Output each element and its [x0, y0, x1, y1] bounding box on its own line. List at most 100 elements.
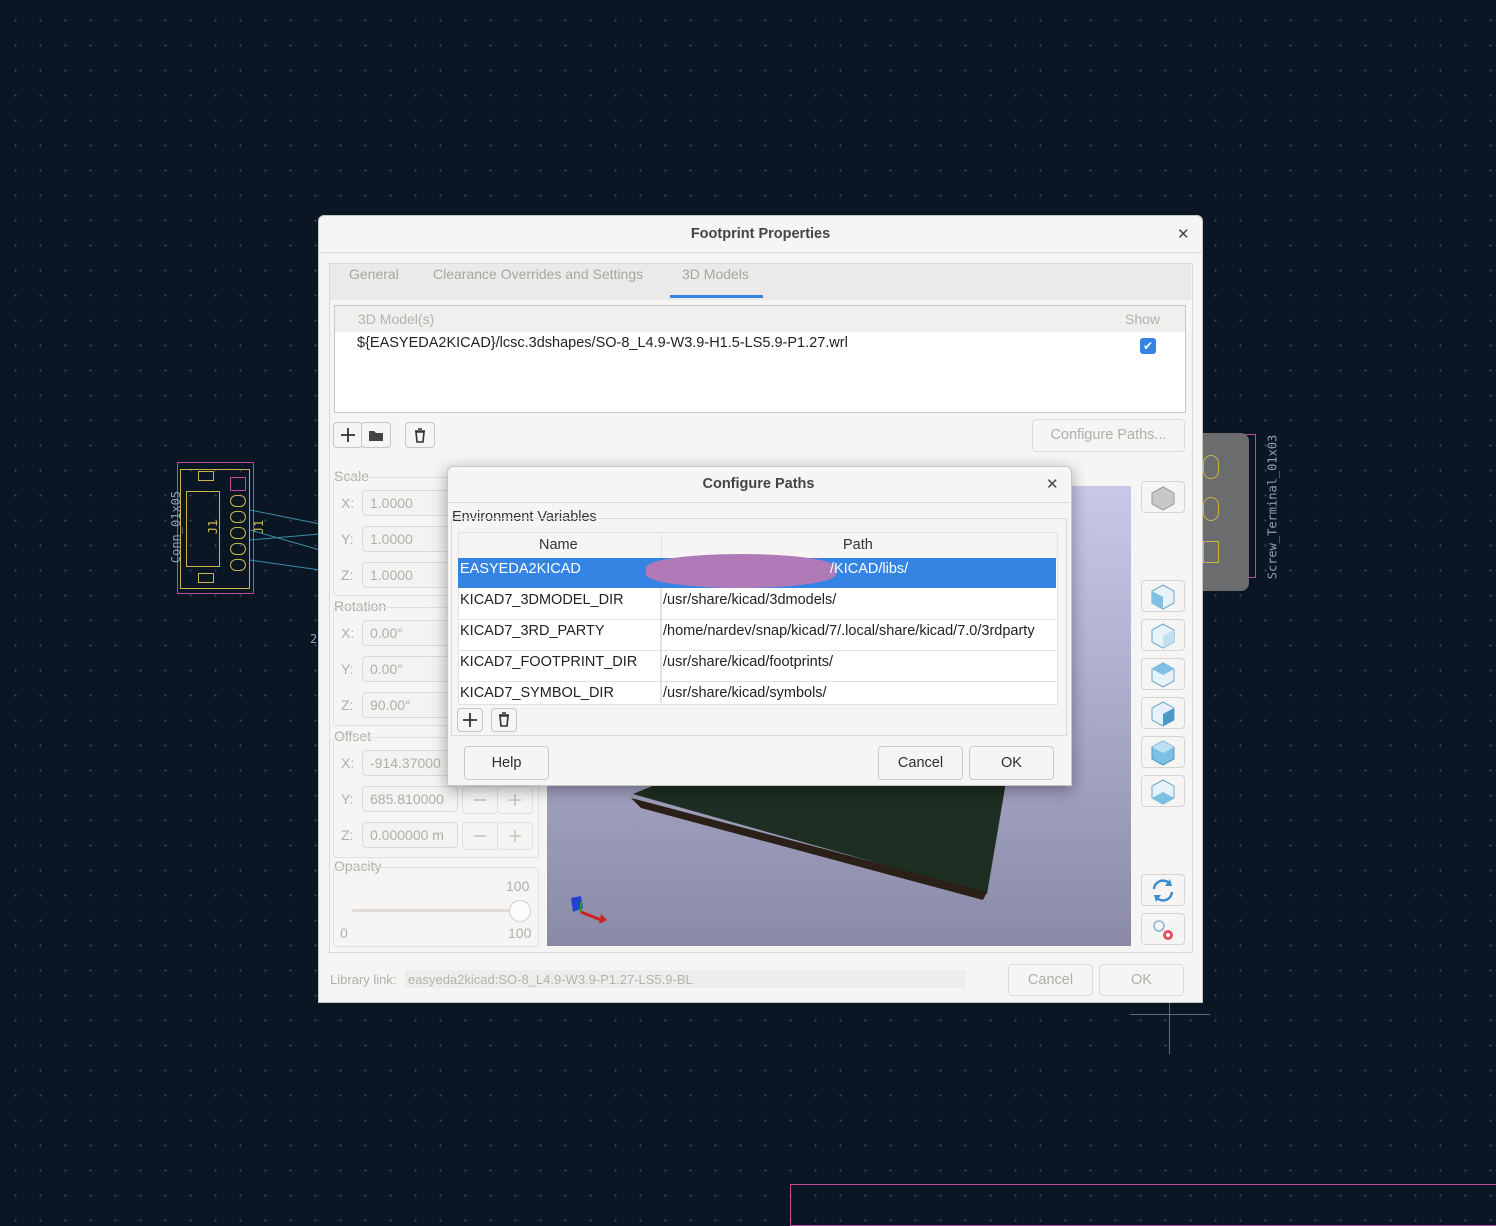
footprint-cancel-button[interactable]: Cancel: [1008, 964, 1093, 996]
configure-paths-button[interactable]: Configure Paths...: [1032, 419, 1185, 452]
view-3d-button[interactable]: [1141, 481, 1185, 513]
crosshair-cursor: [1130, 1014, 1210, 1015]
view-right-button[interactable]: [1141, 697, 1185, 729]
rotation-y-field[interactable]: 0.00°: [362, 656, 458, 682]
scale-x-label: X:: [341, 495, 355, 511]
models-table-header: [335, 306, 1185, 332]
tab-general[interactable]: General: [349, 266, 399, 282]
offset-z-increment[interactable]: [497, 822, 533, 850]
footprint-screw-terminal[interactable]: [1196, 433, 1256, 591]
terminal-pad: [1203, 541, 1219, 563]
view-back-button[interactable]: [1141, 619, 1185, 651]
env-name: KICAD7_SYMBOL_DIR: [460, 685, 614, 701]
scale-z-field[interactable]: 1.0000: [362, 562, 458, 588]
view-bottom-button[interactable]: [1141, 775, 1185, 807]
env-path: /usr/share/kicad/symbols/: [663, 685, 827, 701]
cube-back-icon: [1151, 623, 1175, 649]
offset-y-field[interactable]: 685.810000: [362, 786, 458, 812]
settings-button[interactable]: [1141, 913, 1185, 945]
col-name-header[interactable]: Name: [539, 537, 578, 553]
library-link-label: Library link:: [330, 972, 397, 987]
scale-y-field[interactable]: 1.0000: [362, 526, 458, 552]
refresh-icon: [1152, 879, 1174, 902]
tab-3d-models[interactable]: 3D Models: [682, 266, 749, 282]
delete-model-button[interactable]: [405, 422, 435, 448]
title-separator: [319, 252, 1202, 253]
pad: [230, 559, 246, 571]
pad: [230, 543, 246, 555]
close-icon[interactable]: ✕: [1177, 225, 1190, 243]
terminal-pad: [1203, 497, 1219, 521]
axes-gizmo-icon: [571, 896, 607, 924]
plus-icon: [509, 794, 521, 806]
env-row[interactable]: KICAD7_3DMODEL_DIR /usr/share/kicad/3dmo…: [458, 589, 1056, 620]
add-model-button[interactable]: [333, 422, 363, 448]
cube-top-icon: [1151, 740, 1175, 766]
silk-mark: [198, 573, 214, 583]
folder-icon: [369, 431, 383, 441]
env-row-selected[interactable]: EASYEDA2KICAD /KICAD/libs/: [458, 554, 1056, 588]
models-table: 3D Model(s) Show ${EASYEDA2KICAD}/lcsc.3…: [334, 305, 1186, 413]
trash-icon: [415, 428, 425, 443]
env-row[interactable]: KICAD7_SYMBOL_DIR /usr/share/kicad/symbo…: [458, 682, 1056, 702]
redacted-path-blot: [646, 554, 836, 588]
dialog-title: Footprint Properties: [690, 226, 831, 242]
delete-env-var-button[interactable]: [491, 708, 517, 732]
opacity-min-label: 0: [340, 925, 348, 941]
offset-x-label: X:: [341, 755, 355, 771]
env-name: KICAD7_FOOTPRINT_DIR: [460, 654, 638, 670]
scale-z-label: Z:: [341, 567, 354, 583]
help-button[interactable]: Help: [464, 746, 549, 780]
offset-z-label: Z:: [341, 827, 354, 843]
env-path: /usr/share/kicad/3dmodels/: [663, 592, 837, 608]
opacity-max-top: 100: [506, 878, 530, 894]
col-model-header: 3D Model(s): [358, 311, 435, 327]
offset-y-label: Y:: [341, 791, 354, 807]
rotation-x-field[interactable]: 0.00°: [362, 620, 458, 646]
view-left-button[interactable]: [1141, 658, 1185, 690]
rotation-z-field[interactable]: 90.00°: [362, 692, 458, 718]
offset-y-decrement[interactable]: [462, 786, 498, 814]
cube-left-icon: [1151, 662, 1175, 688]
offset-y-increment[interactable]: [497, 786, 533, 814]
view-front-button[interactable]: [1141, 580, 1185, 612]
footprint-ok-button[interactable]: OK: [1099, 964, 1184, 996]
terminal-pad: [1203, 455, 1219, 479]
plus-icon: [509, 830, 521, 842]
view-top-button[interactable]: [1141, 736, 1185, 768]
cube-front-icon: [1151, 584, 1175, 610]
opacity-slider-handle[interactable]: [509, 900, 531, 922]
silk-mark: [198, 471, 214, 481]
paths-cancel-button[interactable]: Cancel: [878, 746, 963, 780]
offset-z-field[interactable]: 0.000000 m: [362, 822, 458, 848]
configure-paths-title: Configure Paths: [702, 476, 815, 492]
model-path[interactable]: ${EASYEDA2KICAD}/lcsc.3dshapes/SO-8_L4.9…: [357, 335, 848, 351]
pad: [230, 495, 246, 507]
stray-mark: 2: [310, 632, 318, 646]
offset-x-field[interactable]: -914.37000: [362, 750, 458, 776]
trash-icon: [499, 712, 509, 727]
rotation-z-label: Z:: [341, 697, 354, 713]
left-ref-label-1: J1: [206, 519, 221, 535]
env-path: /usr/share/kicad/footprints/: [663, 654, 834, 670]
browse-model-button[interactable]: [361, 422, 391, 448]
cube-right-icon: [1151, 701, 1175, 727]
col-path-header[interactable]: Path: [843, 537, 873, 553]
right-ref-text: Screw_Terminal_01x03: [1265, 434, 1280, 580]
scale-x-field[interactable]: 1.0000: [362, 490, 458, 516]
paths-ok-button[interactable]: OK: [969, 746, 1054, 780]
reload-button[interactable]: [1141, 874, 1185, 906]
offset-z-decrement[interactable]: [462, 822, 498, 850]
opacity-slider-track[interactable]: [352, 909, 518, 912]
env-row[interactable]: KICAD7_FOOTPRINT_DIR /usr/share/kicad/fo…: [458, 651, 1056, 682]
cube-bottom-icon: [1151, 779, 1175, 805]
rotation-x-label: X:: [341, 625, 355, 641]
gear-icon: [1153, 920, 1173, 940]
show-checkbox[interactable]: ✔: [1140, 338, 1156, 354]
rotation-y-label: Y:: [341, 661, 354, 677]
env-row[interactable]: KICAD7_3RD_PARTY /home/nardev/snap/kicad…: [458, 620, 1056, 651]
env-name: KICAD7_3RD_PARTY: [460, 623, 605, 639]
close-icon[interactable]: ✕: [1046, 475, 1059, 493]
tab-clearance[interactable]: Clearance Overrides and Settings: [433, 266, 643, 282]
add-env-var-button[interactable]: [457, 708, 483, 732]
